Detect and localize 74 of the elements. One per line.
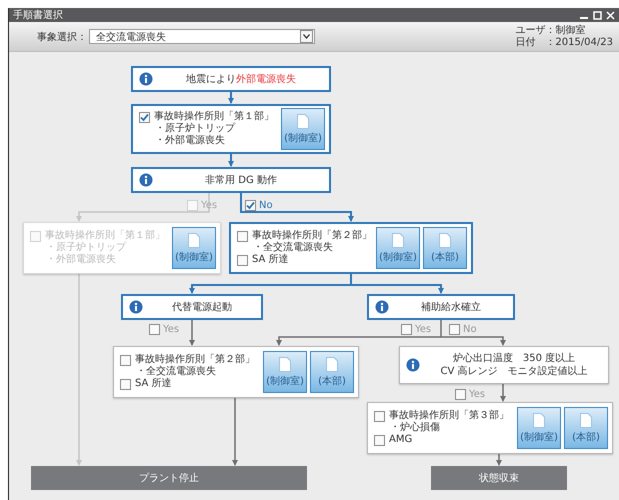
checkbox[interactable]: [237, 230, 248, 242]
document-icon: [392, 232, 404, 248]
checkbox[interactable]: [120, 378, 131, 390]
option-label: Yes: [415, 324, 432, 335]
checkbox[interactable]: [374, 434, 385, 446]
connector-arrow: [232, 398, 238, 466]
procedure-title: 事故時操作所則「第３部」: [389, 410, 509, 422]
caret-icon: [303, 34, 310, 39]
node-text: 代替電源起動: [172, 300, 232, 314]
document-button[interactable]: (制御室): [376, 227, 420, 269]
node-text: CV 高レンジ モニタ設定値以上: [440, 365, 588, 378]
checkbox[interactable]: [245, 200, 256, 211]
bullet-item: ・炉心損傷: [389, 422, 441, 434]
document-button[interactable]: (制御室): [281, 108, 325, 150]
bullet-item: ・外部電源喪失: [45, 254, 117, 266]
bullet-item: ・原子炉トリップ: [45, 242, 128, 254]
document-icon: [297, 114, 309, 128]
dropdown-button[interactable]: [300, 30, 313, 43]
checkbox[interactable]: [455, 389, 466, 400]
info-icon: [375, 300, 389, 314]
document-icon: [533, 412, 545, 428]
option-label: Yes: [469, 389, 486, 400]
checkbox[interactable]: [401, 324, 412, 335]
procedure-title: 事故時操作所則「第１部」: [45, 230, 165, 242]
field-label: 事象選択：: [37, 30, 87, 44]
user-label: ユーザ：制御室: [515, 24, 586, 36]
document-button[interactable]: (本部): [423, 227, 467, 269]
checkbox[interactable]: [237, 254, 248, 266]
close-icon[interactable]: [606, 10, 615, 20]
connector-arrow: [500, 384, 506, 402]
node-text: 炉心出口温度 350 度以上: [452, 352, 576, 365]
end-state-bar: 状態収束: [431, 466, 567, 490]
document-icon: [580, 412, 592, 428]
procedure-title: 事故時操作所則「第２部」: [135, 354, 255, 366]
info-icon: [406, 358, 420, 372]
node-text: 地震により 外部電源喪失: [186, 72, 296, 86]
procedure-title: 事故時操作所則「第２部」: [252, 230, 372, 242]
window-title: 手順書選択: [13, 8, 63, 22]
document-button[interactable]: (制御室): [263, 351, 307, 393]
document-button[interactable]: (制御室): [517, 407, 561, 449]
info-icon: [129, 300, 143, 314]
option-label: No: [463, 324, 477, 335]
document-icon: [439, 232, 451, 248]
checkbox-label: AMG: [389, 434, 412, 446]
bullet-item: ・全交流電源喪失: [135, 366, 217, 378]
document-icon: [326, 356, 338, 372]
date-label: 日付 ：2015/04/23: [515, 36, 613, 48]
checkbox-label: SA 所達: [135, 378, 172, 390]
bullet-item: ・原子炉トリップ: [154, 123, 236, 134]
document-icon: [188, 232, 200, 248]
node-text: 補助給水確立: [421, 300, 481, 314]
connector-arrow: [496, 454, 502, 466]
info-icon: [139, 173, 153, 187]
connector-arrow: [189, 320, 195, 346]
info-icon: [139, 72, 153, 86]
option-label: No: [259, 200, 273, 211]
end-state-bar: プラント停止: [31, 466, 307, 490]
bullet-item: ・全交流電源喪失: [252, 242, 334, 254]
node-text: 非常用 DG 動作: [205, 174, 277, 186]
bullet-item: ・外部電源喪失: [154, 135, 226, 147]
option-label: Yes: [201, 200, 218, 211]
checkbox[interactable]: [120, 354, 131, 366]
document-button[interactable]: (本部): [564, 407, 608, 449]
document-icon: [279, 356, 291, 372]
maximize-icon[interactable]: [593, 10, 602, 20]
event-select[interactable]: 全交流電源喪失: [89, 29, 315, 44]
option-label: Yes: [163, 324, 180, 335]
checkbox[interactable]: [374, 410, 385, 422]
checkbox[interactable]: [149, 324, 160, 335]
document-button[interactable]: (本部): [310, 351, 354, 393]
checkbox[interactable]: [449, 324, 460, 335]
procedure-title: 事故時操作所則「第１部」: [154, 111, 274, 122]
checkbox-label: SA 所達: [252, 254, 289, 266]
checkbox[interactable]: [139, 112, 150, 122]
